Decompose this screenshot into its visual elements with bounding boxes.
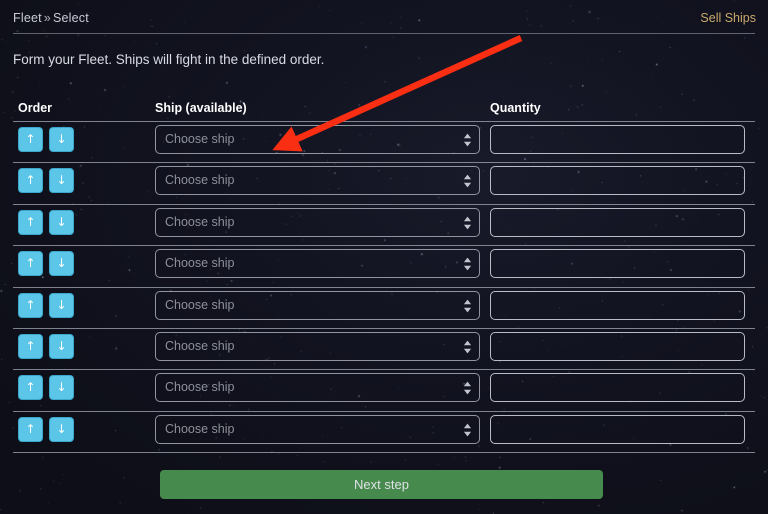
order-controls: ↑ ↓ [18,251,74,277]
arrow-up-icon: ↑ [25,256,36,271]
arrow-down-icon: ↓ [56,132,67,146]
ship-select[interactable]: Choose ship [155,331,480,361]
quantity-input[interactable] [490,249,745,279]
move-up-button[interactable]: ↑ [18,168,43,194]
arrow-down-icon: ↓ [56,173,67,188]
quantity-input[interactable] [490,125,745,154]
ship-select[interactable]: Choose ship [155,166,480,196]
move-up-button[interactable]: ↑ [18,251,43,277]
move-up-button[interactable]: ↑ [18,333,43,359]
fleet-table: Order Ship (available) Quantity ↑ ↓ Choose… [0,96,768,454]
table-row: ↑ ↓ Choose ship [0,288,768,329]
table-body: ↑ ↓ Choose ship ↑ ↓ Choose ship ↑ ↓ Choose ship ↑… [0,122,768,454]
intro-text: Form your Fleet. Ships will fight in the… [13,52,325,67]
quantity-input[interactable] [490,373,745,403]
table-row: ↑ ↓ Choose ship [0,412,768,454]
order-controls: ↑ ↓ [18,375,74,401]
order-controls: ↑ ↓ [18,168,74,194]
move-down-button[interactable]: ↓ [49,375,74,401]
table-row: ↑ ↓ Choose ship [0,205,768,247]
arrow-down-icon: ↓ [56,338,67,353]
order-controls: ↑ ↓ [18,209,74,235]
quantity-input[interactable] [490,166,745,196]
move-up-button[interactable]: ↑ [18,292,43,318]
move-up-button[interactable]: ↑ [18,375,43,401]
top-bar-divider [13,33,755,34]
arrow-up-icon: ↑ [25,338,36,353]
order-controls: ↑ ↓ [18,292,74,318]
column-header-order: Order [18,101,53,115]
arrow-up-icon: ↑ [25,380,36,395]
ship-select[interactable]: Choose ship [155,249,480,279]
breadcrumb: Fleet» Select [13,11,89,25]
quantity-input[interactable] [490,207,745,237]
move-up-button[interactable]: ↑ [18,127,43,152]
table-row: ↑ ↓ Choose ship [0,329,768,371]
breadcrumb-item-fleet[interactable]: Fleet [13,11,42,25]
quantity-input[interactable] [490,414,745,444]
arrow-down-icon: ↓ [56,421,67,436]
table-row: ↑ ↓ Choose ship [0,122,768,164]
arrow-up-icon: ↑ [25,132,36,146]
move-down-button[interactable]: ↓ [49,251,74,277]
move-down-button[interactable]: ↓ [49,127,74,152]
row-divider [13,452,755,454]
column-header-ship: Ship (available) [155,101,247,115]
move-down-button[interactable]: ↓ [49,333,74,359]
ship-select[interactable]: Choose ship [155,125,480,154]
arrow-up-icon: ↑ [25,173,36,188]
arrow-down-icon: ↓ [56,256,67,271]
ship-select[interactable]: Choose ship [155,207,480,237]
order-controls: ↑ ↓ [18,416,74,442]
arrow-down-icon: ↓ [56,214,67,229]
arrow-up-icon: ↑ [25,421,36,436]
move-down-button[interactable]: ↓ [49,292,74,318]
order-controls: ↑ ↓ [18,333,74,359]
quantity-input[interactable] [490,290,745,320]
order-controls: ↑ ↓ [18,127,74,152]
move-down-button[interactable]: ↓ [49,416,74,442]
breadcrumb-separator: » [43,11,51,25]
quantity-input[interactable] [490,331,745,361]
sell-ships-link[interactable]: Sell Ships [700,11,756,25]
table-row: ↑ ↓ Choose ship [0,246,768,288]
ship-select[interactable]: Choose ship [155,373,480,403]
move-down-button[interactable]: ↓ [49,168,74,194]
arrow-up-icon: ↑ [25,297,36,312]
table-header-row: Order Ship (available) Quantity [0,96,768,122]
arrow-down-icon: ↓ [56,380,67,395]
next-step-button[interactable]: Next step [160,470,603,499]
breadcrumb-item-select[interactable]: Select [53,11,89,25]
table-row: ↑ ↓ Choose ship [0,163,768,205]
ship-select[interactable]: Choose ship [155,414,480,444]
move-up-button[interactable]: ↑ [18,209,43,235]
top-bar: Fleet» Select Sell Ships [0,0,768,34]
column-header-quantity: Quantity [490,101,541,115]
move-up-button[interactable]: ↑ [18,416,43,442]
arrow-down-icon: ↓ [56,297,67,312]
ship-select[interactable]: Choose ship [155,290,480,320]
arrow-up-icon: ↑ [25,214,36,229]
fleet-select-page: Fleet» Select Sell Ships Form your Fleet.… [0,0,768,514]
table-row: ↑ ↓ Choose ship [0,370,768,412]
move-down-button[interactable]: ↓ [49,209,74,235]
